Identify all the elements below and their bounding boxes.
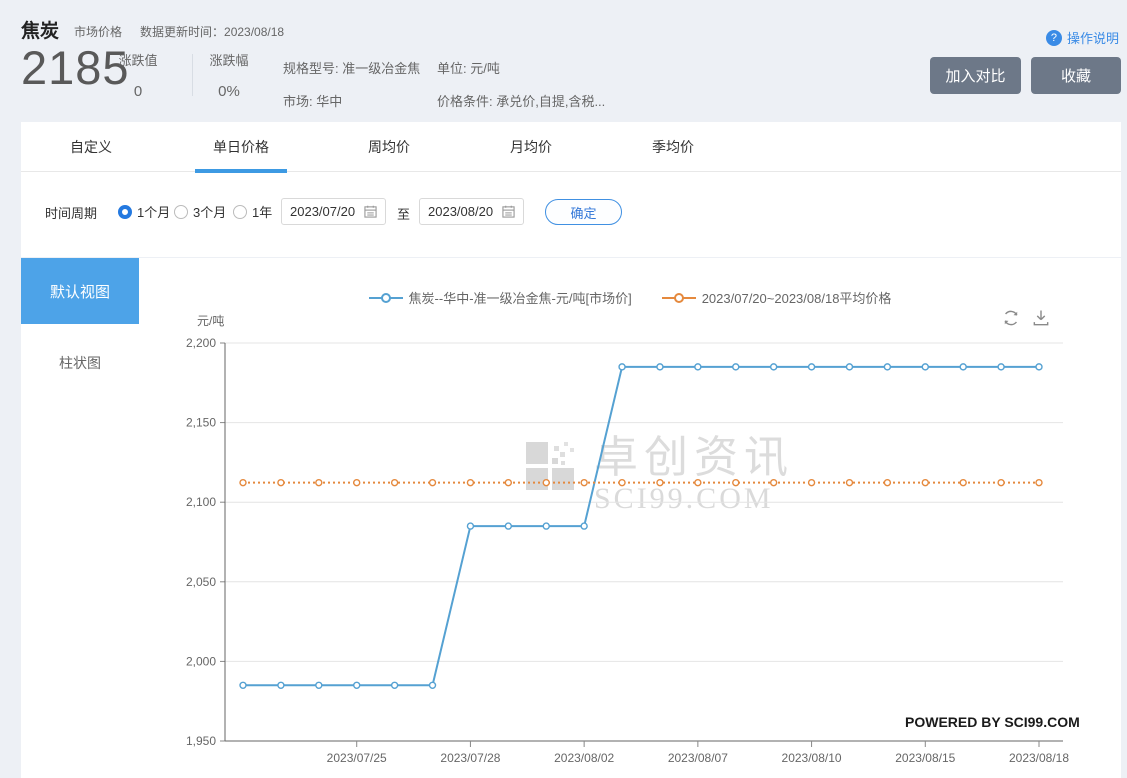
tab-custom[interactable]: 自定义 <box>70 137 112 157</box>
calendar-icon <box>502 205 515 218</box>
change-value-block: 涨跌值 0 <box>110 50 166 100</box>
chart-card: 默认视图 柱状图 焦炭--华中-准一级冶金焦-元/吨[市场价] 2023/07/… <box>21 258 1121 778</box>
change-pct-label: 涨跌幅 <box>201 50 257 69</box>
radio-label: 1年 <box>252 202 272 221</box>
y-axis-unit-label: 元/吨 <box>197 312 224 329</box>
change-pct: 0% <box>201 83 257 100</box>
tab-quarterly-avg[interactable]: 季均价 <box>652 137 694 157</box>
price-line-chart[interactable]: 1,950 2,000 2,050 2,100 2,150 2,200 2023/07/25… <box>139 330 1127 778</box>
legend-label: 焦炭--华中-准一级冶金焦-元/吨[市场价] <box>409 288 632 307</box>
radio-icon <box>174 205 188 219</box>
unit-info: 单位: 元/吨 价格条件: 承兑价,自提,含税... <box>437 52 605 118</box>
price-condition: 价格条件: 承兑价,自提,含税... <box>437 85 605 118</box>
svg-text:2,100: 2,100 <box>186 495 216 509</box>
to-label: 至 <box>397 204 410 223</box>
spec-model: 规格型号: 准一级冶金焦 <box>283 52 420 85</box>
svg-text:2,000: 2,000 <box>186 654 216 668</box>
svg-text:2023/08/07: 2023/08/07 <box>668 751 728 765</box>
divider <box>192 54 193 96</box>
line-circle-marker-icon <box>369 293 403 303</box>
svg-text:1,950: 1,950 <box>186 734 216 748</box>
svg-text:2,150: 2,150 <box>186 416 216 430</box>
tab-bar: 自定义 单日价格 周均价 月均价 季均价 <box>21 122 1121 172</box>
view-bar-chart-button[interactable]: 柱状图 <box>21 353 139 373</box>
period-label: 时间周期 <box>45 203 97 222</box>
tabs-filter-card: 自定义 单日价格 周均价 月均价 季均价 时间周期 1个月 3个月 1年 202… <box>21 122 1121 257</box>
tab-monthly-avg[interactable]: 月均价 <box>510 137 552 157</box>
svg-text:2023/08/15: 2023/08/15 <box>895 751 955 765</box>
price-unit: 单位: 元/吨 <box>437 52 605 85</box>
confirm-button[interactable]: 确定 <box>545 199 622 225</box>
svg-text:2023/07/28: 2023/07/28 <box>440 751 500 765</box>
change-pct-block: 涨跌幅 0% <box>201 50 257 100</box>
page-edge <box>1121 0 1127 778</box>
radio-1year[interactable]: 1年 <box>233 202 272 221</box>
market-region: 市场: 华中 <box>283 85 420 118</box>
update-time-label: 数据更新时间： <box>140 25 224 39</box>
date-to-value: 2023/08/20 <box>428 204 493 219</box>
line-circle-marker-icon <box>662 293 696 303</box>
help-label: 操作说明 <box>1067 28 1119 47</box>
radio-icon <box>233 205 247 219</box>
svg-text:2,050: 2,050 <box>186 575 216 589</box>
page-title: 焦炭 <box>21 16 59 43</box>
radio-1month[interactable]: 1个月 <box>118 202 170 221</box>
radio-icon <box>118 205 132 219</box>
tab-weekly-avg[interactable]: 周均价 <box>368 137 410 157</box>
update-time-value: 2023/08/18 <box>224 25 284 39</box>
calendar-icon <box>364 205 377 218</box>
powered-by-text: POWERED BY SCI99.COM <box>905 714 1080 730</box>
svg-text:2023/07/25: 2023/07/25 <box>327 751 387 765</box>
view-default-button[interactable]: 默认视图 <box>21 258 139 324</box>
filter-row: 时间周期 1个月 3个月 1年 2023/07/20 至 2023/08/20 … <box>21 173 1121 257</box>
question-icon: ? <box>1046 30 1062 46</box>
legend-item-average[interactable]: 2023/07/20~2023/08/18平均价格 <box>662 288 892 307</box>
radio-label: 1个月 <box>137 202 170 221</box>
svg-text:2023/08/10: 2023/08/10 <box>782 751 842 765</box>
svg-text:2,200: 2,200 <box>186 336 216 350</box>
data-update-time: 数据更新时间：2023/08/18 <box>140 23 284 40</box>
change-value: 0 <box>110 83 166 100</box>
market-price-label: 市场价格 <box>74 23 122 40</box>
change-value-label: 涨跌值 <box>110 50 166 69</box>
radio-label: 3个月 <box>193 202 226 221</box>
date-from-input[interactable]: 2023/07/20 <box>281 198 386 225</box>
favorite-button[interactable]: 收藏 <box>1031 57 1121 94</box>
download-icon[interactable] <box>1031 308 1051 328</box>
chart-legend: 焦炭--华中-准一级冶金焦-元/吨[市场价] 2023/07/20~2023/0… <box>139 288 1121 307</box>
date-from-value: 2023/07/20 <box>290 204 355 219</box>
chart-toolbar <box>1001 308 1051 328</box>
radio-3month[interactable]: 3个月 <box>174 202 226 221</box>
legend-label: 2023/07/20~2023/08/18平均价格 <box>702 288 892 307</box>
add-compare-button[interactable]: 加入对比 <box>930 57 1021 94</box>
svg-text:2023/08/18: 2023/08/18 <box>1009 751 1069 765</box>
legend-item-series[interactable]: 焦炭--华中-准一级冶金焦-元/吨[市场价] <box>369 288 632 307</box>
tab-daily-price[interactable]: 单日价格 <box>213 137 269 157</box>
spec-info: 规格型号: 准一级冶金焦 市场: 华中 <box>283 52 420 118</box>
refresh-icon[interactable] <box>1001 308 1021 328</box>
svg-text:2023/08/02: 2023/08/02 <box>554 751 614 765</box>
help-link[interactable]: ? 操作说明 <box>1046 28 1119 47</box>
date-to-input[interactable]: 2023/08/20 <box>419 198 524 225</box>
